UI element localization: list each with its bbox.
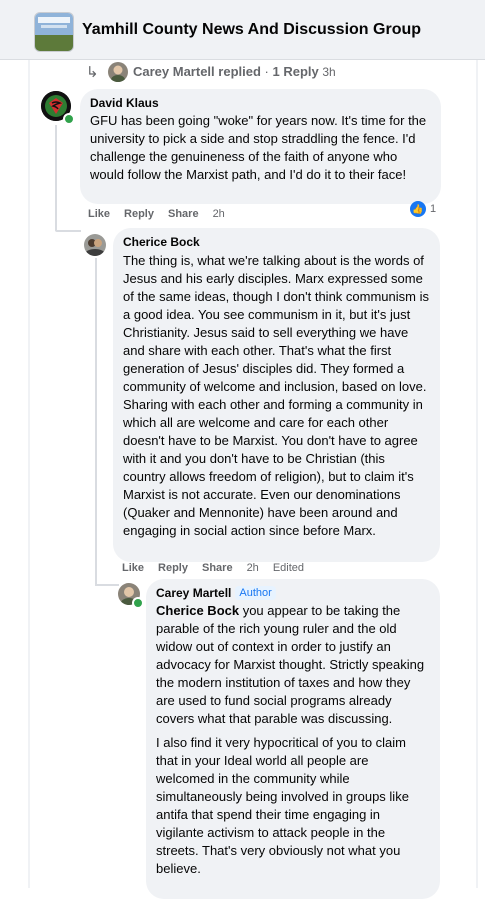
comment-bubble: Carey Martell Author Cherice Bock you ap… — [146, 579, 440, 899]
comment-text-body: you appear to be taking the parable of t… — [156, 603, 428, 726]
group-title[interactable]: Yamhill County News And Discussion Group — [82, 21, 421, 39]
avatar[interactable] — [108, 62, 128, 82]
comment-text: The thing is, what we're talking about i… — [123, 253, 433, 538]
comment-time[interactable]: 2h — [247, 562, 259, 574]
reply-summary-count: 1 Reply — [272, 64, 319, 79]
like-button[interactable]: Like — [122, 562, 144, 574]
thread-line — [55, 125, 57, 231]
reply-summary-time: 3h — [322, 65, 336, 79]
comment-author[interactable]: Carey Martell — [156, 586, 231, 600]
comment-author[interactable]: David Klaus — [90, 96, 431, 110]
thread-line — [55, 230, 81, 232]
left-rail — [28, 60, 30, 888]
thread-line — [95, 584, 119, 586]
share-button[interactable]: Share — [168, 208, 199, 220]
reply-summary-separator: · — [264, 64, 269, 79]
author-badge: Author — [235, 586, 276, 600]
comment-text: Cherice Bock you appear to be taking the… — [156, 602, 430, 728]
comment-actions: Like Reply Share 2h — [88, 208, 225, 220]
thread-line — [95, 258, 97, 585]
like-button[interactable]: Like — [88, 208, 110, 220]
comment-actions: Like Reply Share 2h Edited — [122, 562, 304, 574]
online-status-icon — [63, 113, 75, 125]
reply-summary-action: replied — [218, 64, 261, 79]
right-rail — [476, 60, 478, 888]
avatar[interactable] — [84, 234, 106, 256]
mention-link[interactable]: Cherice Bock — [156, 603, 239, 618]
reply-button[interactable]: Reply — [124, 208, 154, 220]
comment-time[interactable]: 2h — [213, 208, 225, 220]
group-header: Yamhill County News And Discussion Group — [0, 0, 485, 60]
comment-author[interactable]: Cherice Bock — [123, 235, 430, 249]
comment-bubble: David Klaus GFU has been going "woke" fo… — [80, 89, 441, 204]
replies-summary[interactable]: ↳ — [86, 62, 107, 82]
edited-label: Edited — [272, 562, 305, 574]
reply-summary-text[interactable]: Carey Martell replied · 1 Reply 3h — [133, 64, 336, 79]
online-status-icon — [132, 597, 144, 609]
comment-text: GFU has been going "woke" for years now.… — [90, 113, 430, 182]
group-thumbnail-icon[interactable] — [34, 12, 74, 52]
reaction-count: 1 — [430, 203, 437, 215]
share-button[interactable]: Share — [202, 562, 233, 574]
comment-text-paragraph: I also find it very hypocritical of you … — [156, 735, 413, 876]
comment-bubble: Cherice Bock The thing is, what we're ta… — [113, 228, 440, 562]
reply-summary-name: Carey Martell — [133, 64, 215, 79]
reply-button[interactable]: Reply — [158, 562, 188, 574]
reply-arrow-icon: ↳ — [86, 64, 99, 81]
reactions-summary[interactable]: 👍 1 — [410, 201, 436, 217]
like-reaction-icon: 👍 — [410, 201, 426, 217]
